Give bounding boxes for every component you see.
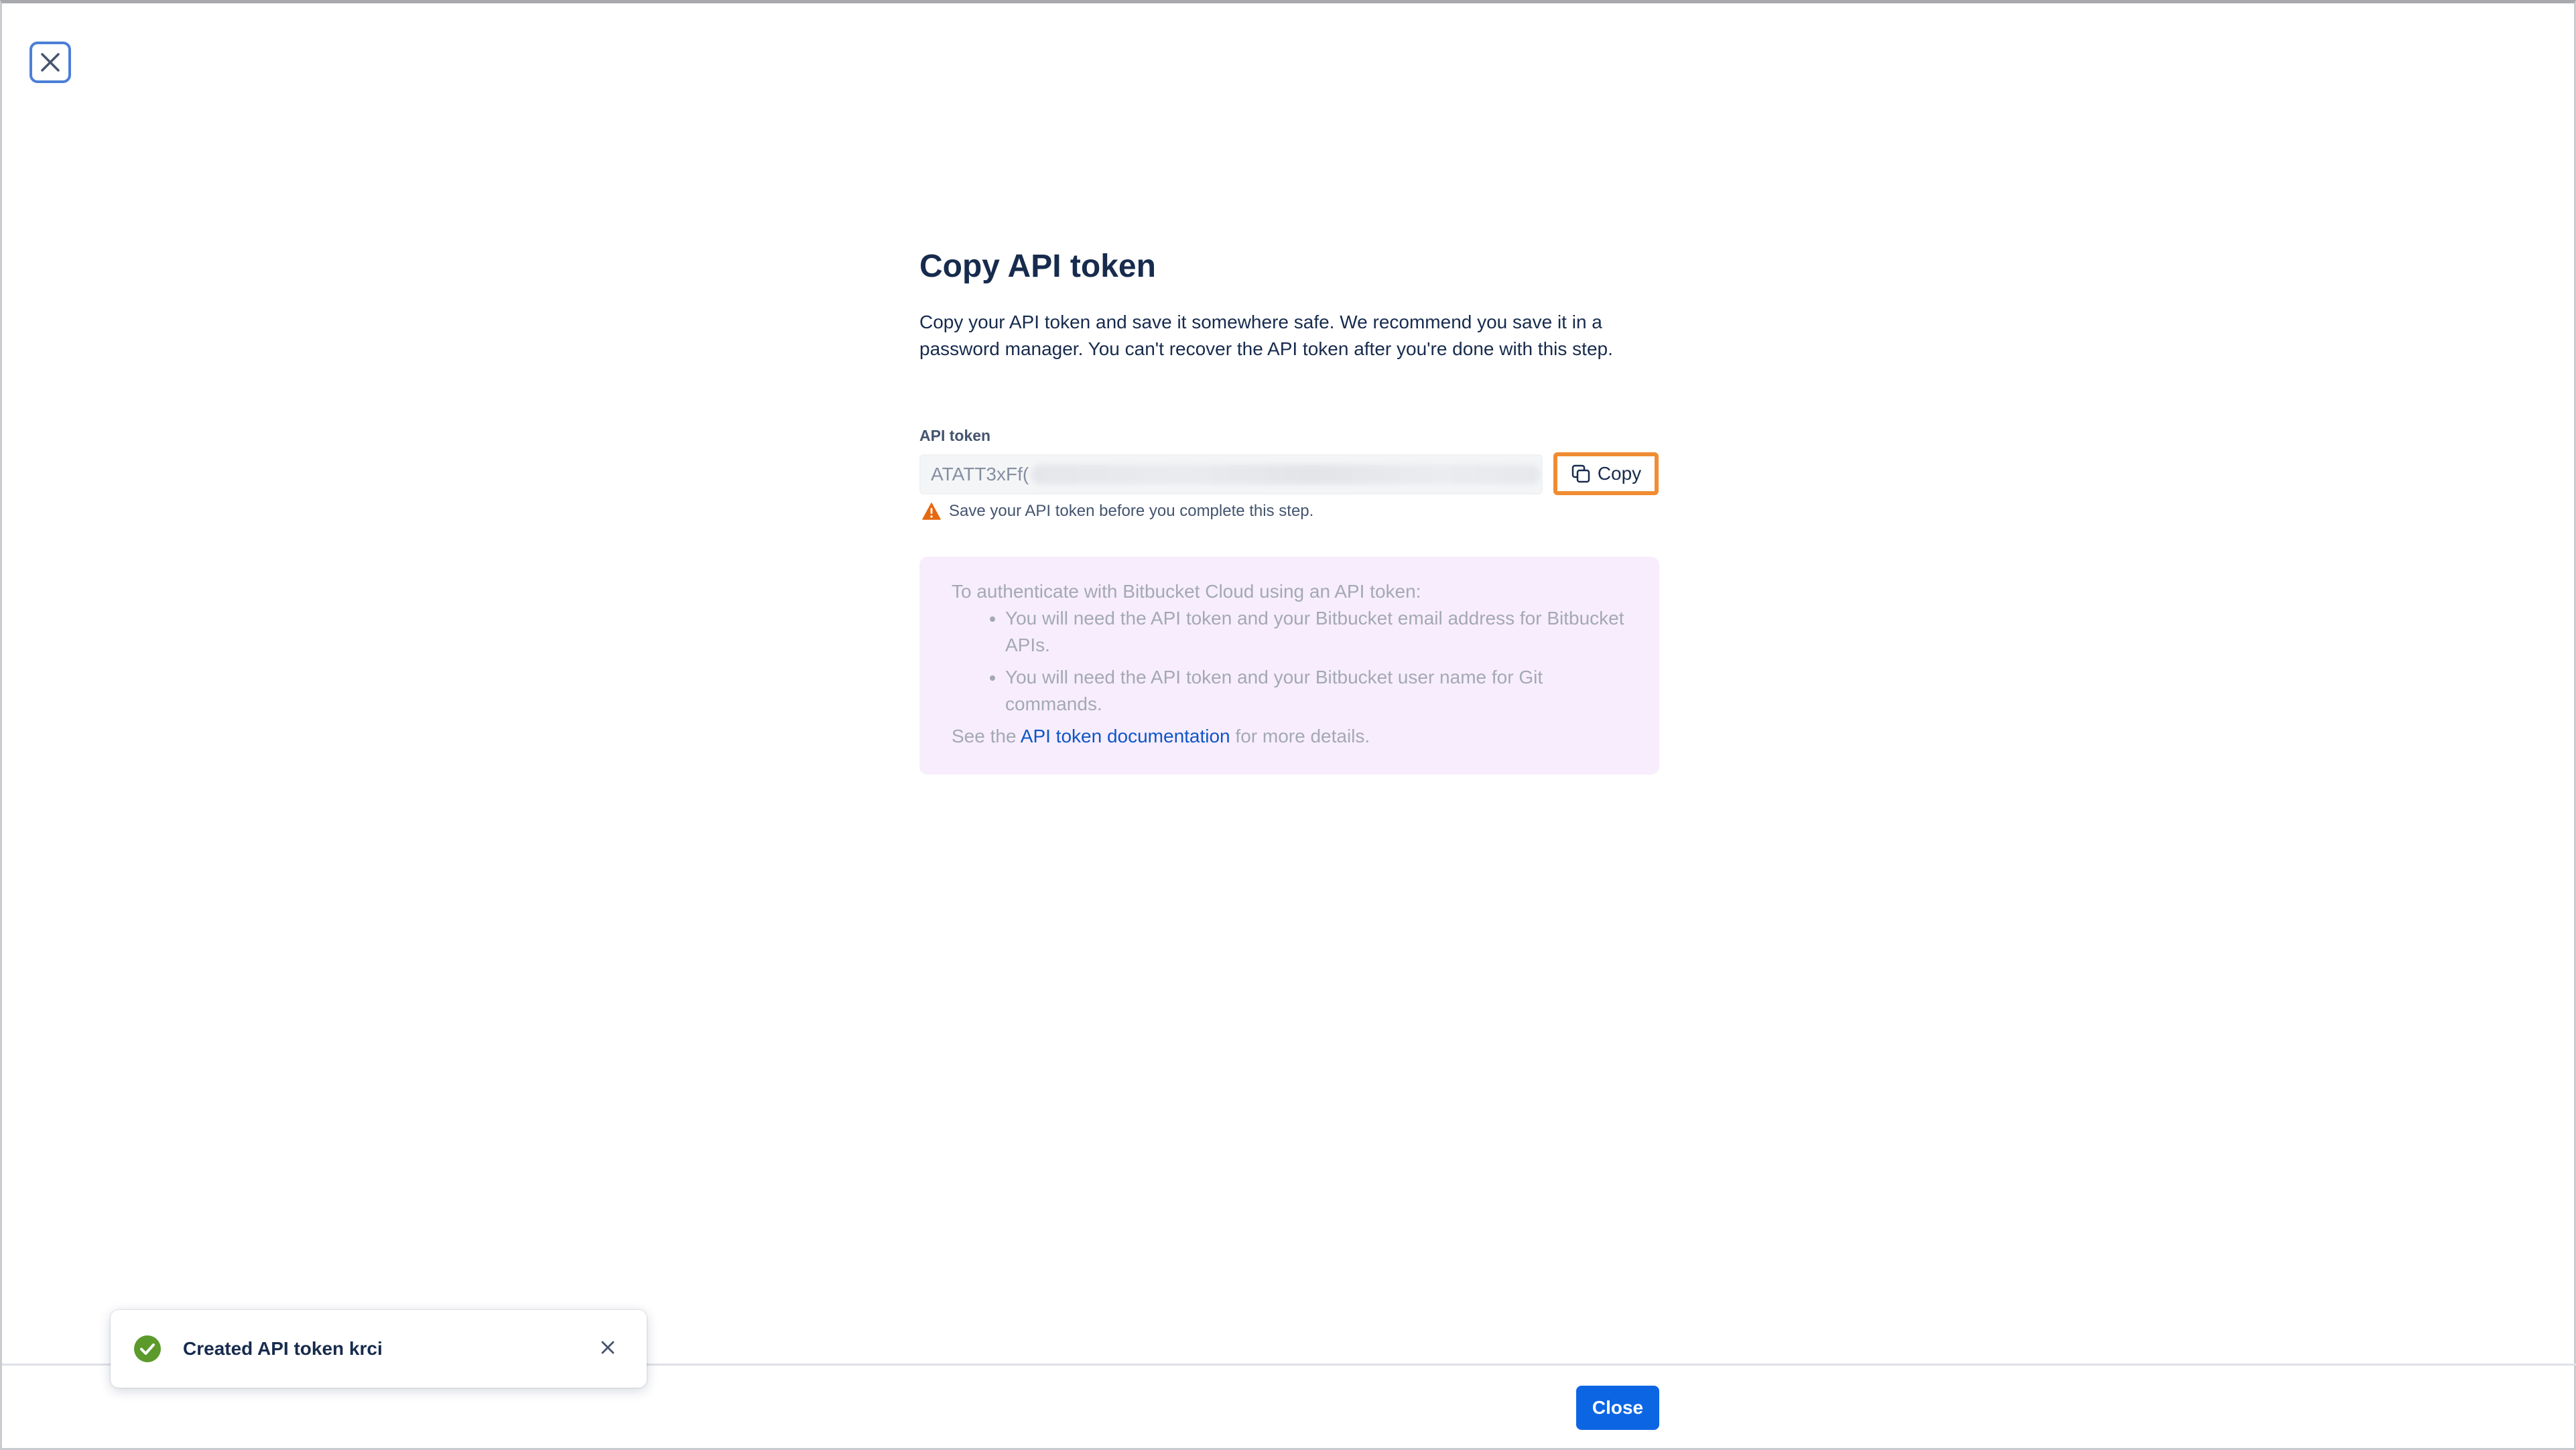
info-see-prefix: See the bbox=[952, 726, 1021, 746]
close-icon bbox=[39, 51, 62, 74]
page-title: Copy API token bbox=[919, 249, 1156, 284]
info-list: You will need the API token and your Bit… bbox=[952, 605, 1627, 718]
api-token-redacted bbox=[1031, 464, 1541, 484]
dialog-close-button[interactable] bbox=[29, 42, 71, 83]
list-item: You will need the API token and your Bit… bbox=[1005, 664, 1627, 718]
copy-button-label: Copy bbox=[1597, 463, 1642, 484]
api-token-field[interactable]: ATATT3xFf( bbox=[919, 454, 1543, 495]
close-icon bbox=[600, 1340, 615, 1355]
list-item: You will need the API token and your Bit… bbox=[1005, 605, 1627, 659]
info-see-suffix: for more details. bbox=[1230, 726, 1370, 746]
dialog-window: Copy API token Copy your API token and s… bbox=[0, 0, 2576, 1450]
toast-dismiss-button[interactable] bbox=[596, 1335, 620, 1360]
api-token-value: ATATT3xFf( bbox=[931, 464, 1029, 484]
api-token-documentation-link[interactable]: API token documentation bbox=[1021, 726, 1230, 746]
info-intro: To authenticate with Bitbucket Cloud usi… bbox=[952, 581, 1421, 602]
check-circle-icon bbox=[133, 1335, 162, 1363]
copy-button[interactable]: Copy bbox=[1553, 452, 1659, 495]
copy-icon bbox=[1571, 464, 1591, 484]
warning-icon bbox=[922, 503, 941, 520]
token-warning: Save your API token before you complete … bbox=[922, 502, 1313, 521]
dialog-description: Copy your API token and save it somewher… bbox=[919, 312, 1613, 359]
token-warning-text: Save your API token before you complete … bbox=[949, 502, 1314, 520]
toast-notification: Created API token krci bbox=[111, 1310, 647, 1388]
api-token-label: API token bbox=[919, 427, 991, 444]
info-panel: To authenticate with Bitbucket Cloud usi… bbox=[919, 557, 1659, 775]
close-button[interactable]: Close bbox=[1576, 1386, 1659, 1430]
info-see-more: See the API token documentation for more… bbox=[952, 723, 1627, 750]
toast-message: Created API token krci bbox=[183, 1338, 383, 1359]
